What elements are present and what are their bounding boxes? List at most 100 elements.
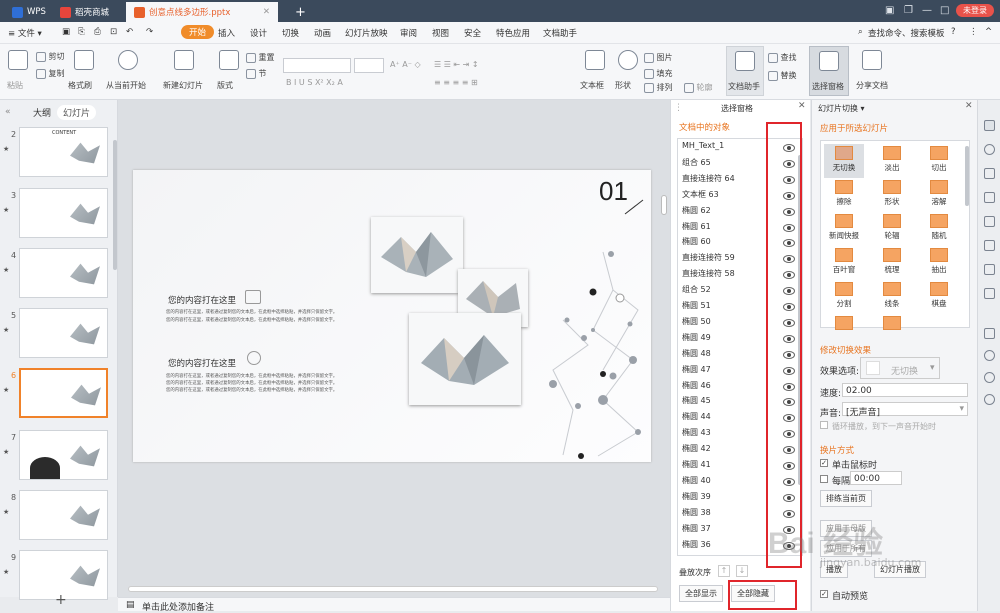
section-button[interactable]: 节 bbox=[246, 68, 267, 79]
slide-thumbnail[interactable] bbox=[19, 308, 108, 358]
tab-view[interactable]: 视图 bbox=[432, 27, 449, 39]
transition-option[interactable]: 淡出 bbox=[872, 144, 912, 178]
move-down-icon[interactable]: ↓ bbox=[736, 565, 748, 577]
move-up-icon[interactable]: ↑ bbox=[718, 565, 730, 577]
transition-option[interactable]: 百叶窗 bbox=[824, 246, 864, 280]
fill-button[interactable]: 填充 bbox=[644, 68, 673, 79]
tab-featured-apps[interactable]: 特色应用 bbox=[496, 27, 530, 39]
transition-option[interactable]: 形状 bbox=[872, 178, 912, 212]
transition-option[interactable]: 擦除 bbox=[824, 178, 864, 212]
thumbnail-scrollbar[interactable] bbox=[113, 140, 117, 270]
transition-option[interactable]: 抽出 bbox=[919, 246, 959, 280]
on-click-checkbox[interactable]: ✓ bbox=[820, 459, 828, 467]
more-icon[interactable]: ⋮ bbox=[969, 27, 978, 37]
export-icon[interactable]: ⎘ bbox=[78, 27, 85, 37]
tab-home[interactable]: 开始 bbox=[181, 25, 215, 39]
show-all-button[interactable]: 全部显示 bbox=[679, 585, 723, 602]
new-slide-button[interactable]: 新建幻灯片 bbox=[163, 80, 203, 91]
notes-placeholder[interactable]: 单击此处添加备注 bbox=[142, 600, 214, 613]
arrange-button[interactable]: 排列 bbox=[644, 82, 673, 93]
selection-pane-button[interactable]: 选择窗格 bbox=[809, 46, 849, 96]
transition-option[interactable]: 新闻快报 bbox=[824, 212, 864, 246]
content-body-1a[interactable]: 您的内容打在这里，或者通过复制您的文本后，在此框中选择粘贴，并选择只保留文字。 bbox=[166, 309, 337, 315]
file-menu[interactable]: ≡ 文件 ▾ bbox=[8, 27, 42, 39]
tab-outline[interactable]: 大纲 bbox=[33, 106, 51, 119]
preview-icon[interactable]: ⊡ bbox=[110, 27, 117, 37]
content-body-2c[interactable]: 您的内容打在这里，或者通过复制您的文本后，在此框中选择粘贴，并选择只保留文字。 bbox=[166, 387, 337, 393]
slide-image-3[interactable] bbox=[409, 313, 521, 405]
transition-option[interactable]: 溶解 bbox=[919, 178, 959, 212]
horizontal-scrollbar[interactable] bbox=[128, 586, 658, 592]
close-icon[interactable]: ✕ bbox=[263, 7, 270, 17]
new-slide-icon[interactable] bbox=[174, 50, 194, 70]
content-body-1b[interactable]: 您的内容打在这里，或者通过复制您的文本后，在此框中选择粘贴，并选择只保留文字。 bbox=[166, 317, 337, 323]
gallery-scrollbar[interactable] bbox=[965, 146, 969, 206]
from-current-button[interactable]: 从当前开始 bbox=[106, 80, 146, 91]
font-size-select[interactable] bbox=[354, 58, 384, 73]
auto-preview-checkbox[interactable]: ✓ bbox=[820, 590, 828, 598]
paragraph-icons[interactable]: ☰ ☰ ⇤ ⇥ ↕ bbox=[434, 60, 479, 69]
translate-icon[interactable] bbox=[984, 288, 995, 299]
tab-wps[interactable]: WPS bbox=[4, 2, 54, 22]
speed-input[interactable]: 02.00 bbox=[842, 383, 968, 397]
slide-thumbnail[interactable] bbox=[19, 490, 108, 540]
every-time-input[interactable]: 00:00 bbox=[850, 471, 902, 485]
undo-icon[interactable]: ↶ bbox=[126, 27, 133, 37]
slide-thumbnail[interactable] bbox=[19, 430, 108, 480]
paste-icon[interactable] bbox=[8, 50, 28, 70]
shape-icon[interactable] bbox=[618, 50, 638, 70]
find-button[interactable]: 查找 bbox=[768, 52, 797, 63]
current-slide[interactable]: 01 您的内容打在这里 您的内容打在这里，或者通过复制您的文本后，在此框中选择粘… bbox=[133, 170, 651, 462]
tab-security[interactable]: 安全 bbox=[464, 27, 481, 39]
transition-option[interactable]: 轮辐 bbox=[872, 212, 912, 246]
restore-icon[interactable]: □ bbox=[940, 5, 949, 16]
copy-button[interactable]: 复制 bbox=[36, 68, 65, 79]
format-painter-icon[interactable] bbox=[74, 50, 94, 70]
add-slide-button[interactable]: + bbox=[55, 592, 67, 608]
reset-button[interactable]: 重置 bbox=[246, 52, 275, 63]
tab-animation[interactable]: 动画 bbox=[314, 27, 331, 39]
close-icon[interactable]: ✕ bbox=[798, 101, 806, 111]
paste-button[interactable]: 粘贴 bbox=[7, 80, 23, 91]
back-icon[interactable] bbox=[984, 350, 995, 361]
print-icon[interactable]: ⎙ bbox=[94, 27, 101, 37]
transition-option[interactable]: 线条 bbox=[872, 280, 912, 314]
share-button[interactable]: 分享文档 bbox=[856, 80, 888, 91]
textbox-icon[interactable] bbox=[585, 50, 605, 70]
content-body-2b[interactable]: 您的内容打在这里，或者通过复制您的文本后，在此框中选择粘贴，并选择只保留文字。 bbox=[166, 380, 337, 386]
effect-options-select[interactable]: 无切换 ▾ bbox=[860, 357, 940, 379]
align-icons[interactable]: ≡ ≡ ≡ ≡ ⊞ bbox=[434, 78, 478, 87]
login-button[interactable]: 未登录 bbox=[956, 4, 994, 17]
tab-transition[interactable]: 切换 bbox=[282, 27, 299, 39]
rehearse-button[interactable]: 排练当前页 bbox=[820, 490, 872, 507]
star-icon[interactable] bbox=[984, 144, 995, 155]
format-painter-button[interactable]: 格式刷 bbox=[68, 80, 92, 91]
slide-image-1[interactable] bbox=[371, 217, 463, 293]
share-icon[interactable] bbox=[862, 50, 882, 70]
settings-icon[interactable] bbox=[984, 192, 995, 203]
picture-button[interactable]: 图片 bbox=[644, 52, 673, 63]
font-style-buttons[interactable]: B I U S X² X₂ A bbox=[286, 78, 343, 87]
content-heading-2[interactable]: 您的内容打在这里 bbox=[168, 357, 236, 369]
redo-icon[interactable]: ↷ bbox=[146, 27, 153, 37]
transition-option[interactable]: 随机 bbox=[919, 212, 959, 246]
help-icon[interactable] bbox=[984, 394, 995, 405]
tab-insert[interactable]: 插入 bbox=[218, 27, 235, 39]
tab-slideshow[interactable]: 幻灯片放映 bbox=[345, 27, 388, 39]
slide-thumbnail[interactable]: CONTENT bbox=[19, 127, 108, 177]
loop-checkbox[interactable] bbox=[820, 421, 828, 429]
shape-button[interactable]: 形状 bbox=[615, 80, 631, 91]
tab-slides[interactable]: 幻灯片 bbox=[57, 105, 97, 120]
transition-option[interactable] bbox=[824, 314, 864, 348]
selection-icon[interactable] bbox=[984, 120, 995, 131]
transition-option[interactable]: 分割 bbox=[824, 280, 864, 314]
window-icon[interactable]: ❐ bbox=[904, 5, 913, 16]
cut-button[interactable]: 剪切 bbox=[36, 51, 65, 62]
close-icon[interactable]: ✕ bbox=[965, 101, 973, 111]
outline-button[interactable]: 轮廓 bbox=[684, 82, 713, 93]
transition-pane-title[interactable]: 幻灯片切换 ▾ bbox=[818, 103, 865, 114]
transition-option[interactable]: 无切换 bbox=[824, 144, 864, 178]
star-outline-icon[interactable] bbox=[984, 240, 995, 251]
new-tab-button[interactable]: + bbox=[287, 2, 314, 22]
transition-option[interactable] bbox=[872, 314, 912, 348]
